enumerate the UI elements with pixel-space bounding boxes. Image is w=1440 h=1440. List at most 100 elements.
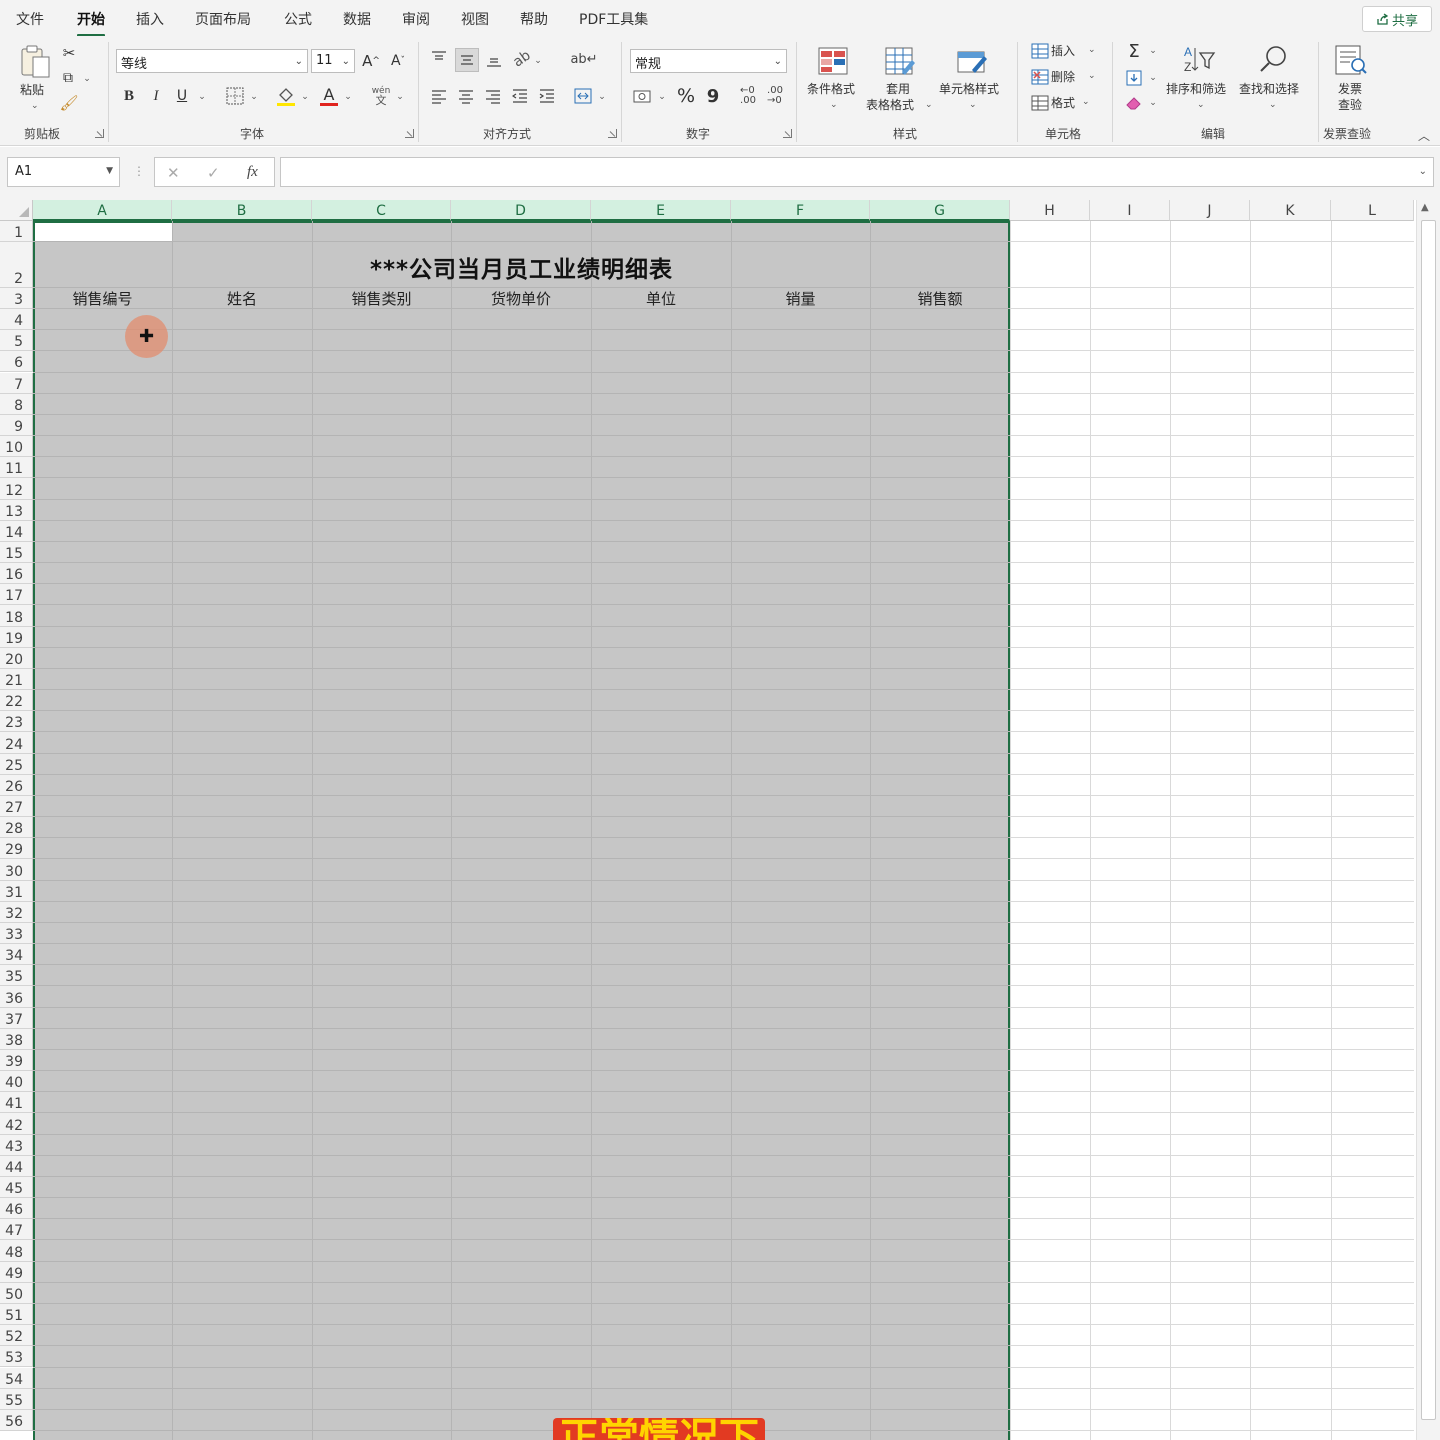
- align-center-icon[interactable]: [456, 86, 476, 106]
- row-header-45[interactable]: 45: [0, 1176, 33, 1199]
- sort-filter-icon[interactable]: AZ: [1181, 42, 1217, 76]
- row-header-40[interactable]: 40: [0, 1071, 33, 1093]
- row-header-42[interactable]: 42: [0, 1113, 33, 1135]
- fill-color-icon[interactable]: [275, 84, 297, 108]
- row-header-39[interactable]: 39: [0, 1049, 33, 1072]
- header-cell-a[interactable]: 销售编号: [33, 288, 172, 309]
- row-header-17[interactable]: 17: [0, 584, 33, 606]
- copy-dropdown-icon[interactable]: ⌄: [82, 72, 92, 86]
- row-header-13[interactable]: 13: [0, 499, 33, 521]
- row-header-20[interactable]: 20: [0, 647, 33, 669]
- format-as-table-label-line2[interactable]: 表格格式: [866, 97, 914, 113]
- borders-icon[interactable]: [224, 86, 246, 106]
- orientation-dropdown-icon[interactable]: ⌄: [533, 54, 543, 68]
- row-header-35[interactable]: 35: [0, 965, 33, 987]
- borders-dropdown-icon[interactable]: ⌄: [249, 90, 259, 104]
- row-header-14[interactable]: 14: [0, 520, 33, 542]
- format-as-table-icon[interactable]: [882, 44, 918, 78]
- decrease-decimal-icon[interactable]: .00 →0: [764, 84, 786, 108]
- paste-icon[interactable]: [18, 42, 54, 82]
- header-cell-e[interactable]: 单位: [591, 288, 731, 309]
- row-header-6[interactable]: 6: [0, 351, 33, 373]
- row-header-49[interactable]: 49: [0, 1261, 33, 1283]
- tab-page-layout[interactable]: 页面布局: [195, 9, 251, 29]
- format-cells-label[interactable]: 格式: [1051, 95, 1075, 111]
- paste-label[interactable]: 粘贴: [20, 82, 44, 98]
- column-header-b[interactable]: B: [172, 200, 312, 221]
- bold-button[interactable]: B: [120, 86, 138, 106]
- comma-style-button[interactable]: 9: [704, 84, 722, 108]
- row-header-51[interactable]: 51: [0, 1303, 33, 1326]
- row-header-7[interactable]: 7: [0, 372, 33, 394]
- format-cells-icon[interactable]: [1030, 94, 1050, 112]
- cancel-icon[interactable]: ✕: [167, 164, 180, 182]
- row-header-52[interactable]: 52: [0, 1325, 33, 1347]
- increase-decimal-icon[interactable]: ←0.00: [737, 84, 759, 108]
- cell-styles-label[interactable]: 单元格样式: [939, 81, 999, 97]
- cell-styles-icon[interactable]: [954, 44, 990, 78]
- font-dialog-launcher-icon[interactable]: [405, 129, 414, 138]
- decrease-indent-icon[interactable]: [510, 86, 530, 106]
- tab-pdf-tools[interactable]: PDF工具集: [579, 9, 648, 29]
- row-header-19[interactable]: 19: [0, 626, 33, 648]
- tab-view[interactable]: 视图: [461, 9, 489, 29]
- font-color-icon[interactable]: A: [318, 84, 340, 108]
- row-header-55[interactable]: 55: [0, 1388, 33, 1410]
- worksheet-grid[interactable]: ABCDEFGHIJKL 1 2 3 4 5 6 7 8 9 10 11 12 13 14 15 16 17 18…: [0, 200, 1440, 1440]
- row-header-10[interactable]: 10: [0, 436, 33, 458]
- row-header-47[interactable]: 47: [0, 1219, 33, 1241]
- scrollbar-thumb[interactable]: [1421, 220, 1436, 1420]
- row-header-38[interactable]: 38: [0, 1028, 33, 1050]
- row-header-44[interactable]: 44: [0, 1155, 33, 1177]
- number-format-select[interactable]: 常规 ⌄: [630, 49, 787, 73]
- row-header-31[interactable]: 31: [0, 880, 33, 902]
- column-header-j[interactable]: J: [1170, 200, 1250, 221]
- row-header-9[interactable]: 9: [0, 414, 33, 436]
- tab-insert[interactable]: 插入: [136, 9, 164, 29]
- insert-cells-icon[interactable]: [1030, 42, 1050, 60]
- merge-dropdown-icon[interactable]: ⌄: [597, 90, 607, 104]
- increase-font-size-icon[interactable]: A ^: [361, 51, 381, 71]
- underline-button[interactable]: U: [173, 86, 191, 106]
- row-header-25[interactable]: 25: [0, 753, 33, 775]
- column-header-e[interactable]: E: [591, 200, 731, 221]
- vertical-scrollbar[interactable]: ▲: [1416, 200, 1440, 1440]
- align-bottom-icon[interactable]: [484, 50, 504, 70]
- column-header-l[interactable]: L: [1331, 200, 1414, 221]
- header-cell-g[interactable]: 销售额: [870, 288, 1010, 309]
- row-header-43[interactable]: 43: [0, 1134, 33, 1156]
- row-header-30[interactable]: 30: [0, 859, 33, 881]
- conditional-formatting-icon[interactable]: [815, 44, 851, 78]
- row-header-23[interactable]: 23: [0, 711, 33, 733]
- selected-range[interactable]: [33, 221, 1010, 1440]
- row-header-54[interactable]: 54: [0, 1367, 33, 1389]
- row-header-37[interactable]: 37: [0, 1007, 33, 1029]
- tab-review[interactable]: 审阅: [402, 9, 430, 29]
- name-box[interactable]: A1 ▼: [7, 157, 120, 187]
- clear-dropdown-icon[interactable]: ⌄: [1148, 96, 1158, 110]
- font-name-select[interactable]: 等线 ⌄: [116, 49, 308, 73]
- merge-center-icon[interactable]: [572, 86, 594, 106]
- row-header-27[interactable]: 27: [0, 795, 33, 818]
- row-header-26[interactable]: 26: [0, 774, 33, 796]
- underline-dropdown-icon[interactable]: ⌄: [197, 90, 207, 104]
- row-header-3[interactable]: 3: [0, 288, 33, 309]
- row-header-46[interactable]: 46: [0, 1198, 33, 1220]
- column-header-i[interactable]: I: [1090, 200, 1170, 221]
- row-header-11[interactable]: 11: [0, 457, 33, 479]
- insert-cells-label[interactable]: 插入: [1051, 43, 1075, 59]
- fill-icon[interactable]: [1124, 68, 1144, 88]
- tab-data[interactable]: 数据: [343, 9, 371, 29]
- number-dialog-launcher-icon[interactable]: [783, 129, 792, 138]
- row-header-36[interactable]: 36: [0, 986, 33, 1008]
- find-select-icon[interactable]: [1256, 42, 1290, 76]
- column-header-a[interactable]: A: [33, 200, 172, 221]
- accounting-format-icon[interactable]: [632, 86, 654, 106]
- find-select-label[interactable]: 查找和选择: [1239, 81, 1299, 97]
- delete-cells-icon[interactable]: [1030, 68, 1050, 86]
- row-header-5[interactable]: 5: [0, 330, 33, 352]
- row-header-21[interactable]: 21: [0, 668, 33, 691]
- align-right-icon[interactable]: [483, 86, 503, 106]
- row-header-15[interactable]: 15: [0, 541, 33, 564]
- row-header-53[interactable]: 53: [0, 1346, 33, 1368]
